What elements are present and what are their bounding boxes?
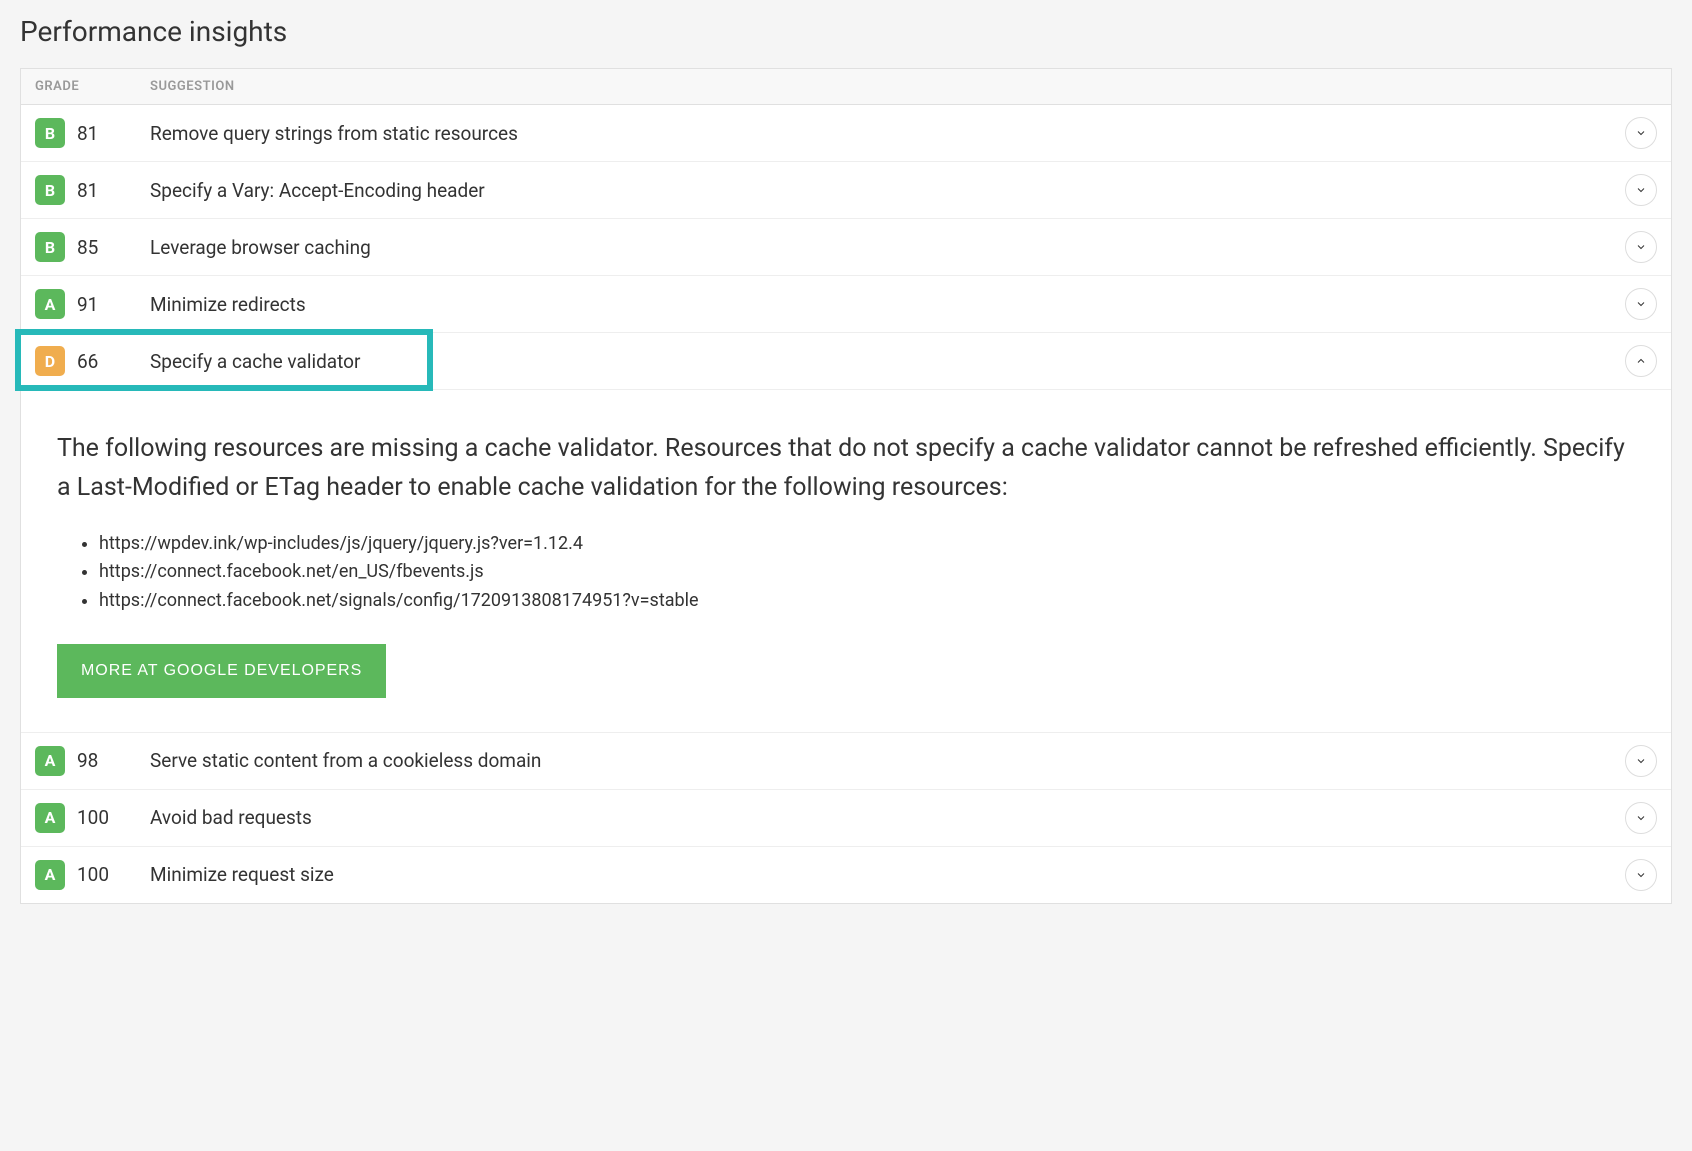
chevron-down-icon [1635,755,1647,767]
table-row[interactable]: A 100 Avoid bad requests [21,790,1671,847]
suggestion-text: Specify a Vary: Accept-Encoding header [150,179,1625,202]
score-value: 91 [77,293,98,316]
table-row[interactable]: A 100 Minimize request size [21,847,1671,903]
resource-list-item: https://connect.facebook.net/signals/con… [99,587,1635,616]
chevron-down-icon [1635,184,1647,196]
score-value: 100 [77,863,109,886]
grade-badge: D [35,346,65,376]
expand-button[interactable] [1625,174,1657,206]
grade-column: A 98 [35,746,150,776]
table-row[interactable]: B 85 Leverage browser caching [21,219,1671,276]
chevron-up-icon [1635,355,1647,367]
expand-button[interactable] [1625,288,1657,320]
score-value: 98 [77,749,98,772]
grade-column: A 100 [35,803,150,833]
table-header: GRADE SUGGESTION [21,69,1671,105]
suggestion-text: Specify a cache validator [150,350,1625,373]
suggestion-text: Avoid bad requests [150,806,1625,829]
suggestion-text: Remove query strings from static resourc… [150,122,1625,145]
table-row[interactable]: B 81 Specify a Vary: Accept-Encoding heade… [21,162,1671,219]
grade-column: A 91 [35,289,150,319]
grade-badge: A [35,746,65,776]
expand-button[interactable] [1625,802,1657,834]
score-value: 100 [77,806,109,829]
expanded-detail-panel: The following resources are missing a ca… [21,390,1671,733]
insights-table: GRADE SUGGESTION B 81 Remove query strings… [20,68,1672,904]
grade-badge: A [35,860,65,890]
score-value: 81 [77,122,98,145]
score-value: 85 [77,236,98,259]
resource-list-item: https://connect.facebook.net/en_US/fbeve… [99,558,1635,587]
score-value: 66 [77,350,98,373]
collapse-button[interactable] [1625,345,1657,377]
suggestion-text: Minimize redirects [150,293,1625,316]
grade-badge: B [35,118,65,148]
chevron-down-icon [1635,127,1647,139]
suggestion-text: Minimize request size [150,863,1625,886]
chevron-down-icon [1635,812,1647,824]
grade-badge: B [35,175,65,205]
expand-button[interactable] [1625,117,1657,149]
grade-badge: A [35,803,65,833]
chevron-down-icon [1635,869,1647,881]
page-title: Performance insights [20,15,1672,48]
header-grade: GRADE [35,79,150,94]
grade-column: B 81 [35,175,150,205]
grade-column: B 85 [35,232,150,262]
grade-column: A 100 [35,860,150,890]
expanded-description: The following resources are missing a ca… [57,430,1635,508]
expand-button[interactable] [1625,859,1657,891]
resource-list-item: https://wpdev.ink/wp-includes/js/jquery/… [99,530,1635,559]
chevron-down-icon [1635,241,1647,253]
performance-insights-panel: Performance insights GRADE SUGGESTION B8… [20,15,1672,904]
table-row[interactable]: B 81 Remove query strings from static reso… [21,105,1671,162]
suggestion-text: Leverage browser caching [150,236,1625,259]
more-at-google-developers-button[interactable]: MORE AT GOOGLE DEVELOPERS [57,644,386,698]
grade-column: B 81 [35,118,150,148]
grade-badge: A [35,289,65,319]
suggestion-text: Serve static content from a cookieless d… [150,749,1625,772]
table-row[interactable]: A 98 Serve static content from a cookieles… [21,733,1671,790]
grade-column: D 66 [35,346,150,376]
resource-list: https://wpdev.ink/wp-includes/js/jquery/… [99,530,1635,616]
table-row[interactable]: D 66 Specify a cache validator [21,333,1671,390]
score-value: 81 [77,179,98,202]
grade-badge: B [35,232,65,262]
table-row[interactable]: A 91 Minimize redirects [21,276,1671,333]
chevron-down-icon [1635,298,1647,310]
expand-button[interactable] [1625,231,1657,263]
expand-button[interactable] [1625,745,1657,777]
header-suggestion: SUGGESTION [150,79,1657,94]
